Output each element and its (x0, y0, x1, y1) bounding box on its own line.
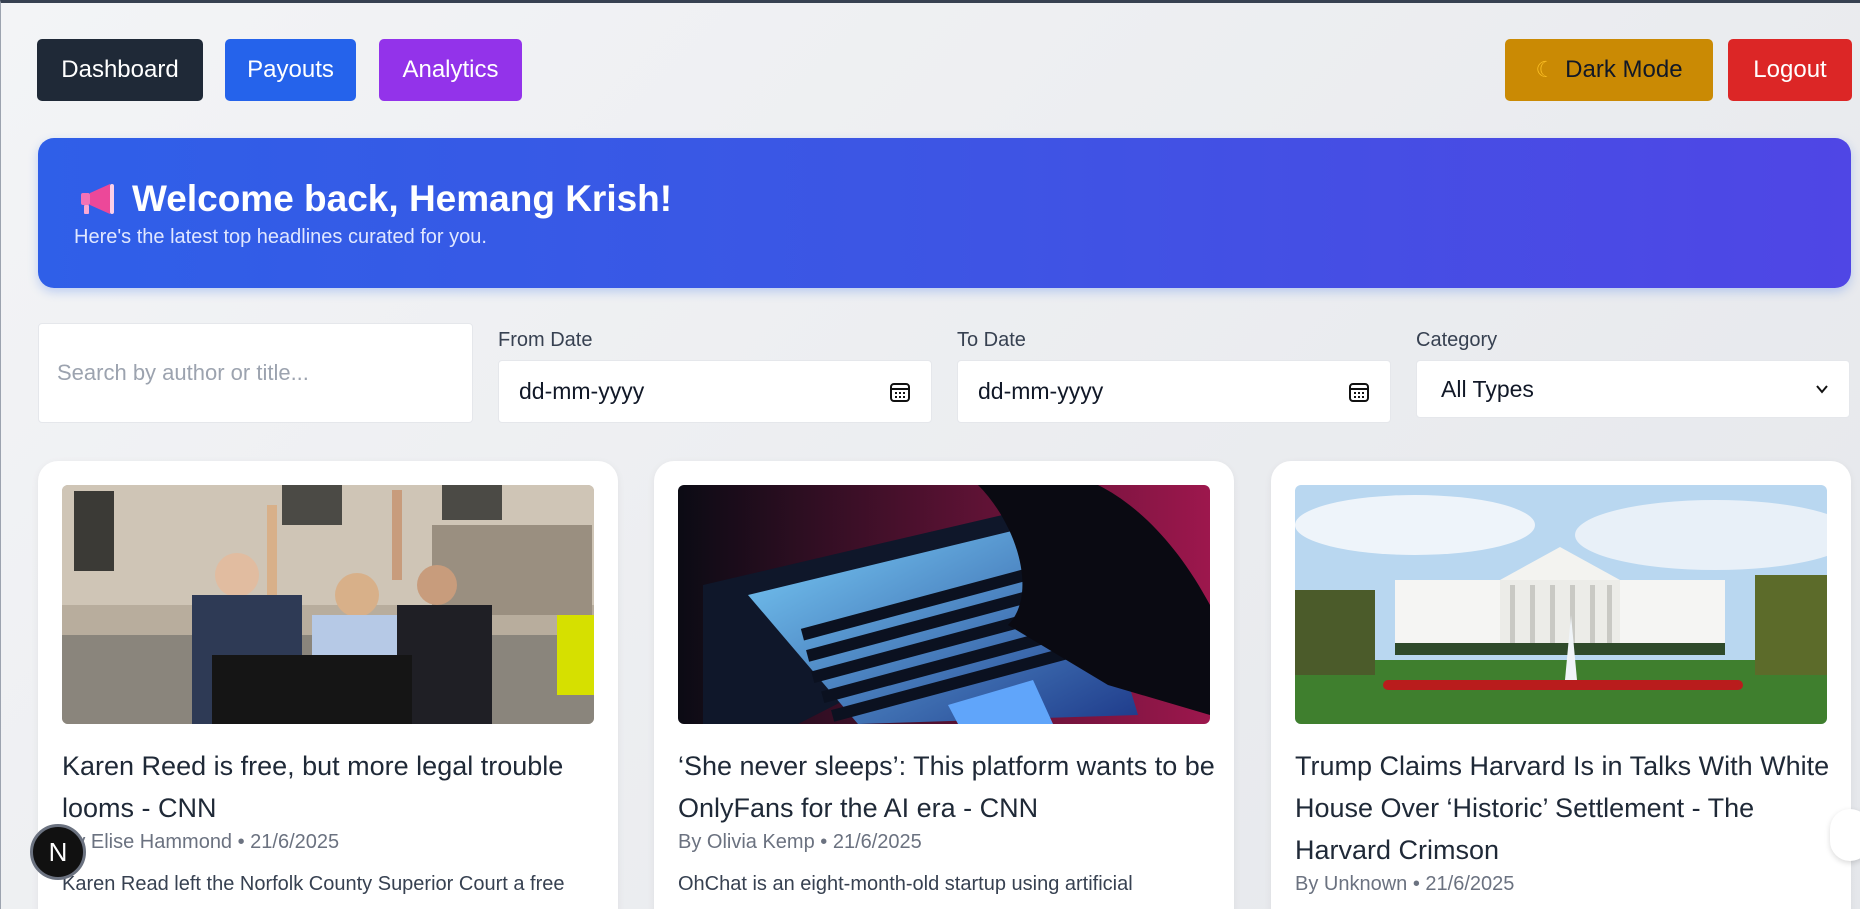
news-card[interactable]: ‘She never sleeps’: This platform wants … (654, 461, 1234, 909)
calendar-icon[interactable] (1348, 381, 1370, 403)
news-image[interactable] (62, 485, 594, 724)
news-card[interactable]: Karen Reed is free, but more legal troub… (38, 461, 618, 909)
news-description: OhChat is an eight-month-old startup usi… (678, 873, 1133, 895)
filters-bar: From Date dd-mm-yyyy To Date dd-mm-yyyy … (38, 323, 1860, 423)
category-select[interactable]: All Types (1416, 360, 1850, 418)
news-image[interactable] (1295, 485, 1827, 724)
white-house-image (1295, 485, 1827, 724)
news-image[interactable] (678, 485, 1210, 724)
to-date-input[interactable]: dd-mm-yyyy (957, 360, 1391, 423)
news-meta: By Elise Hammond • 21/6/2025 (62, 831, 340, 853)
dark-mode-button[interactable]: ☾ Dark Mode (1505, 39, 1713, 101)
from-date-value: dd-mm-yyyy (519, 378, 645, 404)
from-date-label: From Date (498, 329, 593, 351)
news-card[interactable]: Trump Claims Harvard Is in Talks With Wh… (1271, 461, 1851, 909)
chevron-down-icon (1816, 385, 1828, 394)
avatar[interactable]: N (30, 824, 86, 880)
category-label: Category (1416, 329, 1498, 351)
dark-mode-label: Dark Mode (1565, 56, 1683, 83)
logout-button[interactable]: Logout (1728, 39, 1852, 101)
assistant-widget[interactable] (1830, 809, 1860, 861)
news-title[interactable]: Trump Claims Harvard Is in Talks With Wh… (1295, 745, 1835, 871)
laptop-image (678, 485, 1210, 724)
analytics-button[interactable]: Analytics (379, 39, 522, 101)
from-date-input[interactable]: dd-mm-yyyy (498, 360, 932, 423)
welcome-banner: Welcome back, Hemang Krish! Here's the l… (38, 138, 1851, 288)
search-input[interactable] (38, 323, 473, 423)
banner-title: Welcome back, Hemang Krish! (78, 178, 672, 220)
news-meta: By Olivia Kemp • 21/6/2025 (678, 831, 922, 853)
category-value: All Types (1441, 375, 1534, 402)
app-frame: Dashboard Payouts Analytics ☾ Dark Mode … (0, 0, 1860, 909)
calendar-icon[interactable] (889, 381, 911, 403)
news-title[interactable]: Karen Reed is free, but more legal troub… (62, 745, 602, 829)
payouts-button[interactable]: Payouts (225, 39, 356, 101)
megaphone-icon (81, 184, 114, 214)
news-description: Karen Read left the Norfolk County Super… (62, 873, 565, 895)
news-title[interactable]: ‘She never sleeps’: This platform wants … (678, 745, 1218, 829)
moon-icon: ☾ (1535, 57, 1556, 82)
dashboard-button[interactable]: Dashboard (37, 39, 203, 101)
to-date-label: To Date (957, 329, 1026, 351)
top-nav: Dashboard Payouts Analytics ☾ Dark Mode … (37, 39, 1860, 101)
banner-subtitle: Here's the latest top headlines curated … (74, 226, 487, 248)
news-meta: By Unknown • 21/6/2025 (1295, 873, 1515, 895)
press-conference-image (62, 485, 594, 724)
banner-title-text: Welcome back, Hemang Krish! (132, 178, 673, 219)
to-date-value: dd-mm-yyyy (978, 378, 1104, 404)
